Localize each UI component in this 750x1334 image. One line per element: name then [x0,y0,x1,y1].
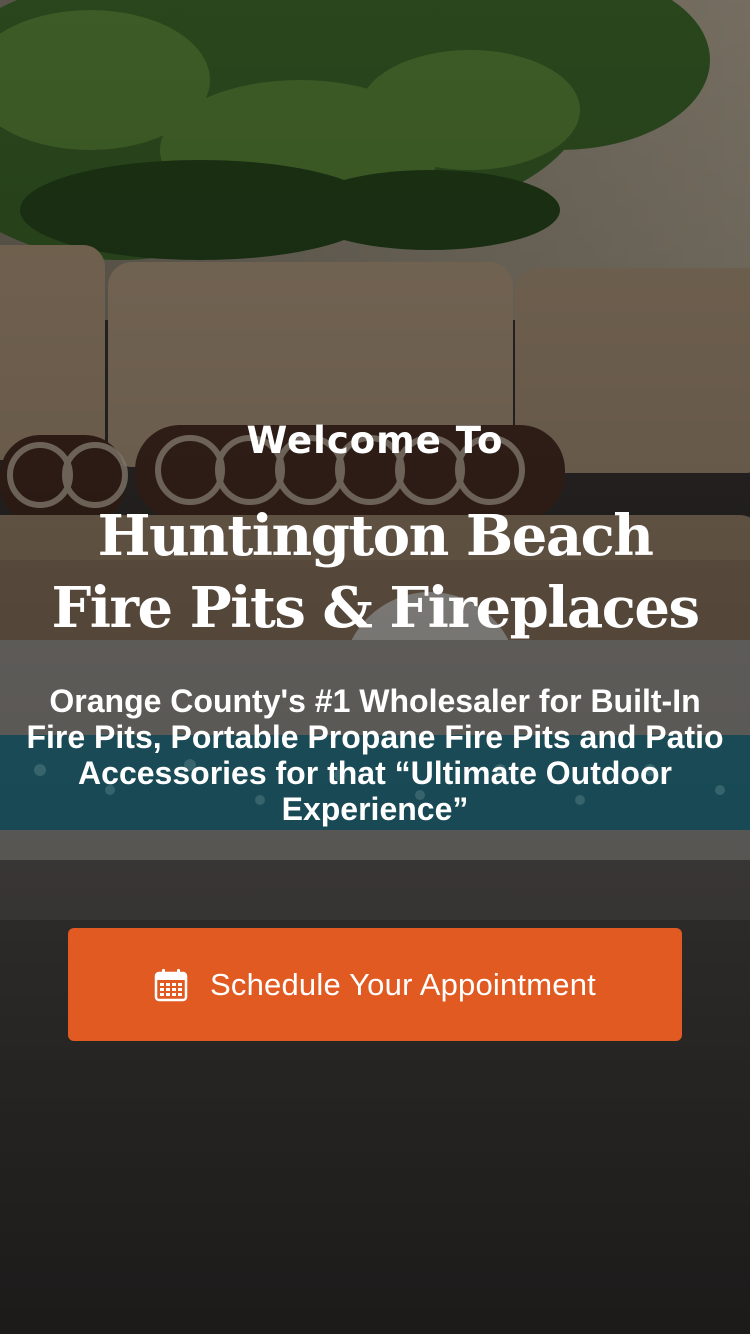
tagline: Orange County's #1 Wholesaler for Built-… [26,683,724,827]
business-title-line-1: Huntington Beach [97,503,654,569]
calendar-icon [154,968,188,1001]
welcome-heading: Welcome To [246,419,504,462]
hero-content: Welcome To Huntington Beach Fire Pits & … [0,0,750,1334]
hero-section: Welcome To Huntington Beach Fire Pits & … [0,0,750,1334]
business-title-line-2: Fire Pits & Fireplaces [51,575,700,641]
schedule-appointment-button[interactable]: Schedule Your Appointment [68,928,682,1041]
business-title: Huntington Beach Fire Pits & Fireplaces [0,500,750,644]
schedule-appointment-label: Schedule Your Appointment [210,966,596,1002]
